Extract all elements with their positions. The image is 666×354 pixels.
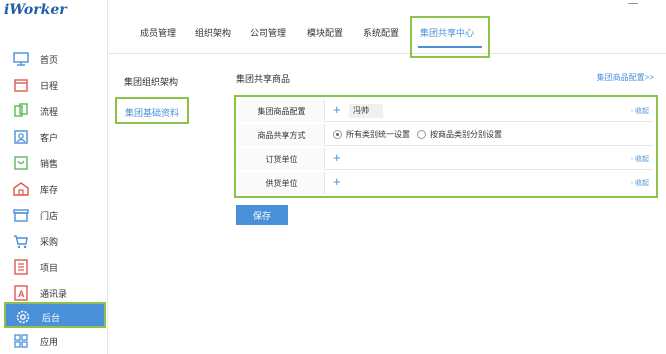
app-logo: iWorker (4, 2, 67, 18)
sidebar: iWorker 首页 日程 流程 客户 销售 库存 门店 采购 项目 A 通讯录 (0, 0, 108, 354)
sidebar-item-apps[interactable]: 应用 (0, 328, 108, 354)
sidebar-item-admin[interactable]: 后台 (4, 302, 106, 328)
add-icon[interactable]: + (333, 175, 341, 189)
apps-grid-icon (14, 334, 28, 348)
subnav-group-basic-data[interactable]: 集团基础资料 (115, 97, 189, 124)
sidebar-item-workflow[interactable]: 流程 (0, 98, 108, 124)
tab-group-share[interactable]: 集团共享中心 (410, 16, 490, 58)
contacts-icon: A (14, 285, 28, 301)
sidebar-item-label: 通讯录 (40, 289, 68, 299)
tab-members[interactable]: 成员管理 (140, 26, 176, 39)
radio-label: 按商品类别分别设置 (430, 130, 502, 139)
collapse-link[interactable]: - 收起 (631, 106, 649, 116)
sidebar-item-label: 采购 (40, 237, 59, 247)
form-row-order-unit: 订货单位 + - 收起 (239, 148, 653, 170)
radio-unified[interactable] (333, 130, 342, 139)
radio-by-category[interactable] (417, 130, 426, 139)
project-icon (14, 259, 28, 275)
sidebar-item-label: 应用 (40, 337, 59, 347)
sidebar-item-store[interactable]: 门店 (0, 202, 108, 228)
row-label: 集团商品配置 (239, 100, 325, 122)
sidebar-item-label: 门店 (40, 211, 59, 221)
share-settings-form: 集团商品配置 + 冯帅 - 收起 商品共享方式 所有类别统一设置 按商品类别分别… (234, 95, 658, 198)
panel-title: 集团共享商品 (236, 74, 291, 84)
tab-label: 集团共享中心 (420, 28, 475, 38)
calendar-icon (14, 79, 28, 92)
store-icon (13, 209, 29, 222)
sidebar-item-sales[interactable]: 销售 (0, 150, 108, 176)
sidebar-item-home[interactable]: 首页 (0, 46, 108, 72)
radio-label: 所有类别统一设置 (346, 130, 410, 139)
sidebar-item-label: 客户 (40, 133, 59, 143)
selected-tag[interactable]: 冯帅 (349, 104, 383, 118)
sidebar-item-label: 日程 (40, 81, 59, 91)
sidebar-item-purchase[interactable]: 采购 (0, 228, 108, 254)
cart-icon (14, 235, 28, 249)
tab-modules[interactable]: 模块配置 (307, 26, 343, 39)
sidebar-item-label: 库存 (40, 185, 59, 195)
row-label: 订货单位 (239, 148, 325, 170)
workflow-icon (14, 103, 28, 117)
sidebar-item-label: 流程 (40, 107, 59, 117)
tab-organization[interactable]: 组织架构 (195, 26, 231, 39)
customer-icon (14, 130, 28, 144)
add-icon[interactable]: + (333, 151, 341, 165)
sidebar-item-customer[interactable]: 客户 (0, 124, 108, 150)
sidebar-item-project[interactable]: 项目 (0, 254, 108, 280)
add-icon[interactable]: + (333, 103, 341, 117)
tab-company[interactable]: 公司管理 (250, 26, 286, 39)
monitor-icon (13, 52, 29, 66)
warehouse-icon (13, 182, 29, 196)
row-label: 供货单位 (239, 172, 325, 194)
sidebar-item-schedule[interactable]: 日程 (0, 72, 108, 98)
group-product-config-link[interactable]: 集团商品配置>> (597, 72, 654, 83)
sidebar-item-inventory[interactable]: 库存 (0, 176, 108, 202)
form-row-share-mode: 商品共享方式 所有类别统一设置 按商品类别分别设置 (239, 124, 653, 146)
gear-icon (16, 310, 30, 324)
collapse-link[interactable]: - 收起 (631, 178, 649, 188)
sidebar-item-label: 项目 (40, 263, 59, 273)
minimize-icon[interactable] (628, 0, 638, 4)
collapse-link[interactable]: - 收起 (631, 154, 649, 164)
row-label: 商品共享方式 (239, 124, 325, 146)
active-tab-indicator (418, 46, 482, 48)
sidebar-item-label: 销售 (40, 159, 59, 169)
form-row-product-config: 集团商品配置 + 冯帅 - 收起 (239, 100, 653, 122)
subnav-label: 集团基础资料 (125, 108, 180, 118)
top-tab-bar: 成员管理 组织架构 公司管理 模块配置 系统配置 集团共享中心 (108, 0, 666, 58)
form-row-supply-unit: 供货单位 + - 收起 (239, 172, 653, 194)
sales-icon (14, 156, 28, 170)
sidebar-item-label: 首页 (40, 55, 59, 65)
svg-text:A: A (18, 289, 25, 299)
tab-system[interactable]: 系统配置 (363, 26, 399, 39)
sidebar-item-label: 后台 (42, 313, 61, 323)
save-button[interactable]: 保存 (236, 205, 288, 225)
subnav-group-org[interactable]: 集团组织架构 (124, 75, 178, 88)
